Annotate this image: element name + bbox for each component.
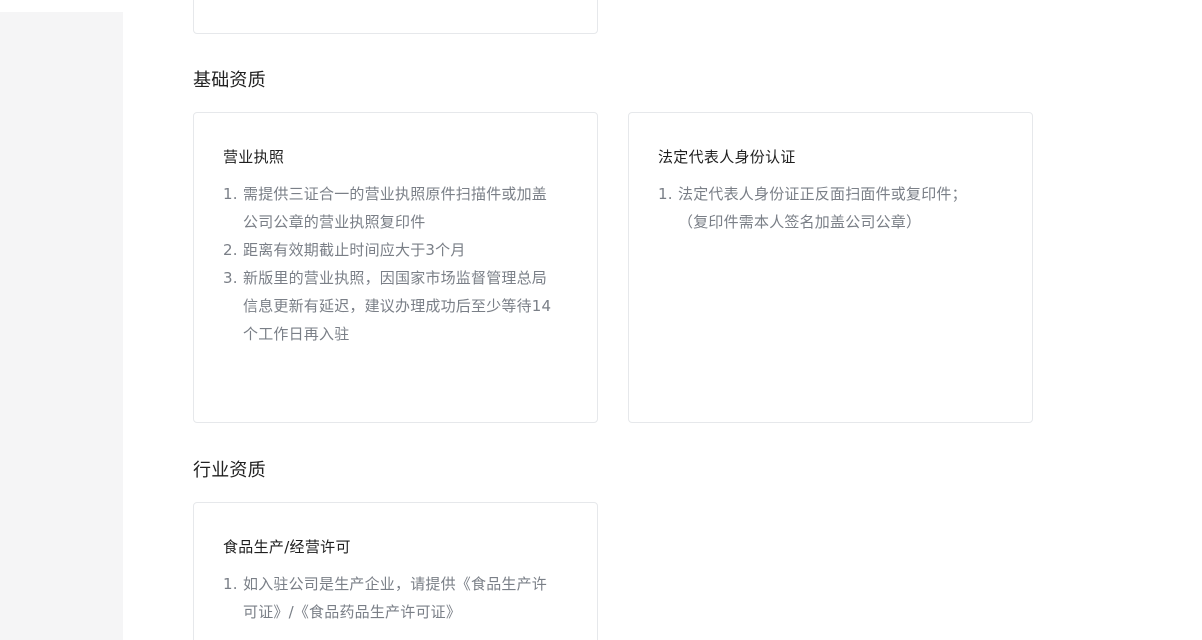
previous-card — [193, 0, 598, 34]
qualification-page: 基础资质 营业执照 1. 需提供三证合一的营业执照原件扫描件或加盖公司公章的营业… — [0, 0, 1202, 640]
card-business-license: 营业执照 1. 需提供三证合一的营业执照原件扫描件或加盖公司公章的营业执照复印件… — [193, 112, 598, 423]
section-title-basic: 基础资质 — [193, 70, 266, 91]
list-item-text: 距离有效期截止时间应大于3个月 — [243, 241, 466, 259]
card-title: 食品生产/经营许可 — [223, 538, 351, 556]
card-legal-rep-id: 法定代表人身份认证 1. 法定代表人身份证正反面扫面件或复印件；（复印件需本人签… — [628, 112, 1033, 423]
list-item: 2. 距离有效期截止时间应大于3个月 — [223, 236, 553, 264]
list-item-number: 3. — [223, 269, 238, 287]
section-title-industry: 行业资质 — [193, 460, 266, 481]
list-item-number: 1. — [223, 185, 238, 203]
card-title: 营业执照 — [223, 148, 285, 166]
card-food-license: 食品生产/经营许可 1. 如入驻公司是生产企业，请提供《食品生产许可证》/《食品… — [193, 502, 598, 640]
list-item-text: 新版里的营业执照，因国家市场监督管理总局信息更新有延迟，建议办理成功后至少等待1… — [243, 269, 552, 343]
requirement-list: 1. 法定代表人身份证正反面扫面件或复印件；（复印件需本人签名加盖公司公章） — [658, 180, 988, 236]
list-item: 1. 如入驻公司是生产企业，请提供《食品生产许可证》/《食品药品生产许可证》 — [223, 570, 553, 626]
list-item-number: 2. — [223, 241, 238, 259]
list-item: 1. 需提供三证合一的营业执照原件扫描件或加盖公司公章的营业执照复印件 — [223, 180, 553, 236]
list-item-number: 1. — [223, 575, 238, 593]
list-item: 3. 新版里的营业执照，因国家市场监督管理总局信息更新有延迟，建议办理成功后至少… — [223, 264, 553, 348]
list-item-text: 法定代表人身份证正反面扫面件或复印件；（复印件需本人签名加盖公司公章） — [678, 185, 967, 231]
list-item: 1. 法定代表人身份证正反面扫面件或复印件；（复印件需本人签名加盖公司公章） — [658, 180, 988, 236]
requirement-list: 1. 如入驻公司是生产企业，请提供《食品生产许可证》/《食品药品生产许可证》 — [223, 570, 553, 626]
left-sidebar — [0, 12, 123, 640]
list-item-text: 需提供三证合一的营业执照原件扫描件或加盖公司公章的营业执照复印件 — [243, 185, 548, 231]
list-item-number: 1. — [658, 185, 673, 203]
card-title: 法定代表人身份认证 — [658, 148, 796, 166]
list-item-text: 如入驻公司是生产企业，请提供《食品生产许可证》/《食品药品生产许可证》 — [243, 575, 548, 621]
requirement-list: 1. 需提供三证合一的营业执照原件扫描件或加盖公司公章的营业执照复印件 2. 距… — [223, 180, 553, 348]
